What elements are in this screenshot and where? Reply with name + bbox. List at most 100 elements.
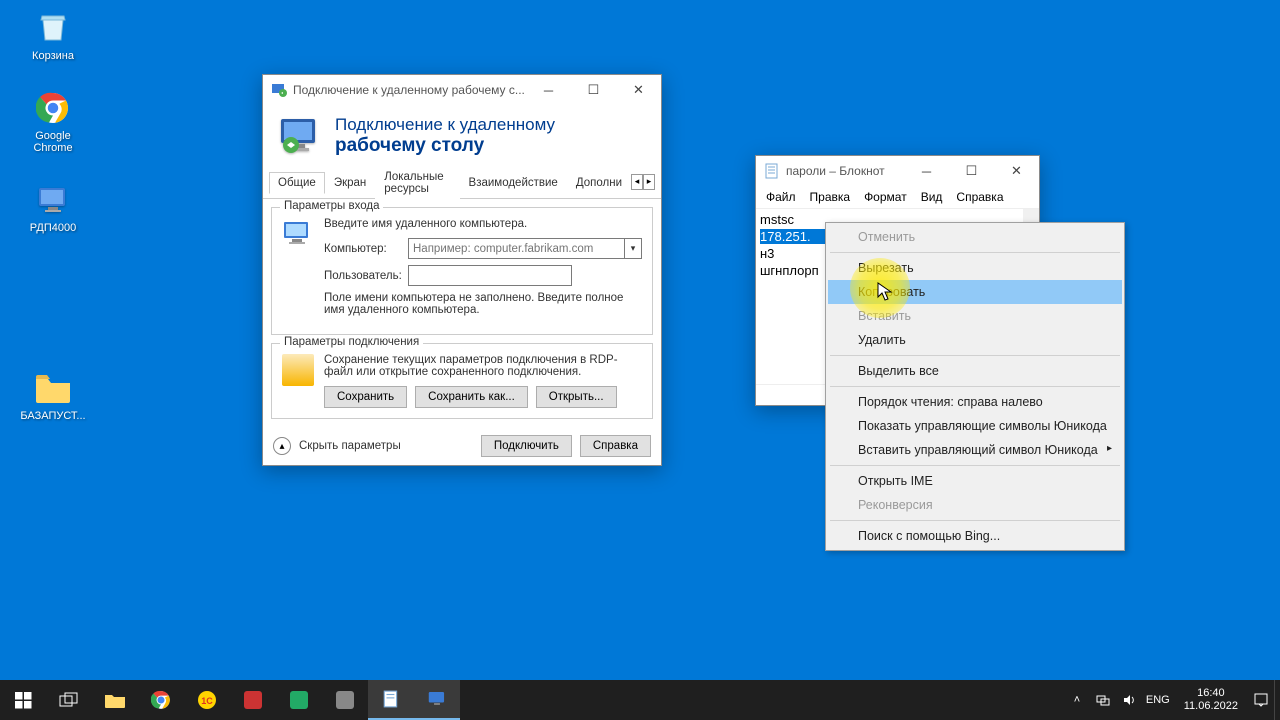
tab-experience[interactable]: Взаимодействие — [460, 172, 567, 193]
desktop-icon-label: РДП4000 — [18, 222, 88, 234]
desktop-icon-recycle[interactable]: Корзина — [18, 8, 88, 62]
menu-view[interactable]: Вид — [915, 188, 949, 206]
start-button[interactable] — [0, 680, 46, 720]
folder-icon — [33, 368, 73, 408]
desktop-icon-rdp4000[interactable]: РДП4000 — [18, 180, 88, 234]
connect-button[interactable]: Подключить — [481, 435, 572, 457]
menu-help[interactable]: Справка — [950, 188, 1009, 206]
taskview-button[interactable] — [46, 680, 92, 720]
tab-scroll-left[interactable]: ◂ — [631, 174, 643, 190]
rdp-app-icon — [271, 82, 287, 98]
menu-file[interactable]: Файл — [760, 188, 802, 206]
login-fieldset: Параметры входа Введите имя удаленного к… — [271, 207, 653, 335]
rdp-header-line2: рабочему столу — [335, 135, 555, 157]
rdp-header-line1: Подключение к удаленному — [335, 115, 555, 135]
desktop-icon-chrome[interactable]: Google Chrome — [18, 88, 88, 154]
notepad-menubar: Файл Правка Формат Вид Справка — [756, 186, 1039, 209]
user-input[interactable] — [408, 265, 572, 286]
desktop-icon-label: БАЗАПУСТ... — [18, 410, 88, 422]
rdp-titlebar[interactable]: Подключение к удаленному рабочему с... ─… — [263, 75, 661, 105]
ctx-delete[interactable]: Удалить — [828, 328, 1122, 352]
minimize-button[interactable]: ─ — [526, 75, 571, 105]
selected-text: 178.251. — [760, 229, 811, 244]
connection-text: Сохранение текущих параметров подключени… — [324, 354, 642, 378]
recycle-bin-icon — [33, 8, 73, 48]
tray-date: 11.06.2022 — [1184, 700, 1238, 713]
taskbar-app-red[interactable] — [230, 680, 276, 720]
taskbar-rdp[interactable] — [414, 680, 460, 720]
rdp-title-text: Подключение к удаленному рабочему с... — [293, 83, 526, 97]
context-menu: Отменить Вырезать Копировать Вставить Уд… — [825, 222, 1125, 551]
ctx-paste: Вставить — [828, 304, 1122, 328]
taskbar-1c[interactable]: 1C — [184, 680, 230, 720]
rdp-header-icon — [277, 113, 323, 159]
notepad-app-icon — [764, 163, 780, 179]
notepad-title-text: пароли – Блокнот — [786, 164, 904, 178]
ctx-reading-order[interactable]: Порядок чтения: справа налево — [828, 390, 1122, 414]
tray-time: 16:40 — [1184, 687, 1238, 700]
computer-label: Компьютер: — [324, 243, 402, 255]
taskbar-app-green[interactable] — [276, 680, 322, 720]
taskbar-app-grey[interactable] — [322, 680, 368, 720]
maximize-button[interactable]: ☐ — [949, 156, 994, 186]
tab-scroll-right[interactable]: ▸ — [643, 174, 655, 190]
taskbar: 1C ˄ ENG 16:40 11.06.2022 — [0, 680, 1280, 720]
menu-format[interactable]: Формат — [858, 188, 913, 206]
tab-general[interactable]: Общие — [269, 172, 325, 194]
taskbar-chrome[interactable] — [138, 680, 184, 720]
connection-legend: Параметры подключения — [280, 336, 423, 348]
ctx-reconvert: Реконверсия — [828, 493, 1122, 517]
tray-clock[interactable]: 16:40 11.06.2022 — [1178, 687, 1244, 713]
user-label: Пользователь: — [324, 270, 402, 282]
desktop-icon-label: Google Chrome — [18, 130, 88, 154]
ctx-copy[interactable]: Копировать — [828, 280, 1122, 304]
folder-icon — [282, 354, 314, 386]
ctx-undo: Отменить — [828, 225, 1122, 249]
tab-display[interactable]: Экран — [325, 172, 375, 193]
ctx-insert-unicode[interactable]: Вставить управляющий символ Юникода — [828, 438, 1122, 462]
ctx-cut[interactable]: Вырезать — [828, 256, 1122, 280]
saveas-button[interactable]: Сохранить как... — [415, 386, 528, 408]
ctx-open-ime[interactable]: Открыть IME — [828, 469, 1122, 493]
open-button[interactable]: Открыть... — [536, 386, 617, 408]
tray-language[interactable]: ENG — [1146, 694, 1170, 706]
close-button[interactable]: ✕ — [994, 156, 1039, 186]
desktop-icon-label: Корзина — [18, 50, 88, 62]
login-prompt: Введите имя удаленного компьютера. — [324, 218, 642, 230]
computer-icon — [282, 218, 314, 250]
help-button[interactable]: Справка — [580, 435, 651, 457]
save-button[interactable]: Сохранить — [324, 386, 407, 408]
rdp-window: Подключение к удаленному рабочему с... ─… — [262, 74, 662, 466]
tray-notifications-icon[interactable] — [1252, 692, 1270, 708]
chrome-icon — [33, 88, 73, 128]
tray-network-icon[interactable] — [1094, 693, 1112, 707]
maximize-button[interactable]: ☐ — [571, 75, 616, 105]
computer-input[interactable] — [408, 238, 624, 259]
login-hint: Поле имени компьютера не заполнено. Введ… — [324, 292, 642, 316]
svg-text:1C: 1C — [201, 696, 213, 706]
menu-edit[interactable]: Правка — [804, 188, 857, 206]
rdp-tabs: Общие Экран Локальные ресурсы Взаимодейс… — [263, 165, 661, 199]
hide-params-link[interactable]: Скрыть параметры — [299, 440, 401, 452]
show-desktop-button[interactable] — [1274, 680, 1280, 720]
computer-dropdown[interactable]: ▾ — [624, 238, 642, 259]
notepad-titlebar[interactable]: пароли – Блокнот ─ ☐ ✕ — [756, 156, 1039, 186]
minimize-button[interactable]: ─ — [904, 156, 949, 186]
taskbar-notepad[interactable] — [368, 680, 414, 720]
rdp-header: Подключение к удаленному рабочему столу — [263, 105, 661, 165]
collapse-icon[interactable]: ▴ — [273, 437, 291, 455]
tray-chevron-icon[interactable]: ˄ — [1068, 694, 1086, 706]
desktop-icon-folder[interactable]: БАЗАПУСТ... — [18, 368, 88, 422]
login-legend: Параметры входа — [280, 200, 383, 212]
close-button[interactable]: ✕ — [616, 75, 661, 105]
tab-local[interactable]: Локальные ресурсы — [375, 166, 459, 199]
connection-fieldset: Параметры подключения Сохранение текущих… — [271, 343, 653, 419]
tray-volume-icon[interactable] — [1120, 693, 1138, 707]
ctx-show-unicode[interactable]: Показать управляющие символы Юникода — [828, 414, 1122, 438]
tab-advanced[interactable]: Дополни — [567, 172, 631, 193]
system-tray: ˄ ENG 16:40 11.06.2022 — [1068, 687, 1274, 713]
ctx-search-bing[interactable]: Поиск с помощью Bing... — [828, 524, 1122, 548]
ctx-select-all[interactable]: Выделить все — [828, 359, 1122, 383]
rdp-file-icon — [33, 180, 73, 220]
taskbar-explorer[interactable] — [92, 680, 138, 720]
